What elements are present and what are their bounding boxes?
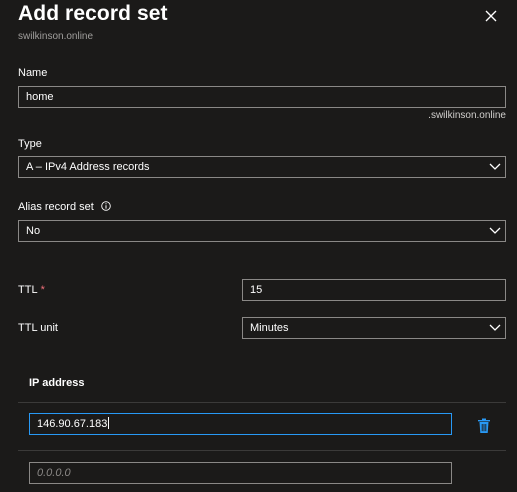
type-label: Type (18, 138, 42, 150)
ttl-unit-select[interactable]: Minutes (242, 317, 506, 339)
text-cursor (108, 417, 110, 429)
ttl-unit-label: TTL unit (18, 322, 58, 334)
required-marker: * (40, 284, 45, 296)
ttl-label-text: TTL (18, 284, 38, 296)
delete-ip-button[interactable] (477, 418, 491, 434)
close-button[interactable] (483, 8, 499, 24)
trash-icon (478, 418, 490, 433)
panel-subtitle: swilkinson.online (18, 31, 94, 42)
name-label: Name (18, 67, 48, 79)
alias-label-text: Alias record set (18, 201, 94, 213)
close-icon (485, 10, 497, 22)
ip-address-input[interactable]: 146.90.67.183 (29, 413, 452, 435)
divider (18, 450, 506, 451)
type-select-value: A – IPv4 Address records (26, 161, 150, 173)
ttl-label: TTL * (18, 284, 45, 296)
ip-address-header: IP address (29, 377, 85, 389)
ip-address-value: 146.90.67.183 (37, 418, 108, 430)
name-input[interactable]: home (18, 86, 506, 108)
ttl-input[interactable]: 15 (242, 279, 506, 301)
alias-select-value: No (26, 225, 41, 237)
divider (18, 402, 506, 403)
zone-suffix: .swilkinson.online (428, 110, 506, 121)
chevron-down-icon (489, 163, 501, 170)
ttl-unit-select-value: Minutes (250, 322, 289, 334)
chevron-down-icon (489, 227, 501, 234)
chevron-down-icon (489, 324, 501, 331)
alias-label: Alias record set (18, 201, 111, 213)
new-ip-address-placeholder: 0.0.0.0 (37, 467, 71, 479)
alias-select[interactable]: No (18, 220, 506, 242)
info-icon[interactable] (101, 201, 111, 211)
panel-title: Add record set (18, 2, 168, 25)
type-select[interactable]: A – IPv4 Address records (18, 156, 506, 178)
new-ip-address-input[interactable]: 0.0.0.0 (29, 462, 452, 484)
